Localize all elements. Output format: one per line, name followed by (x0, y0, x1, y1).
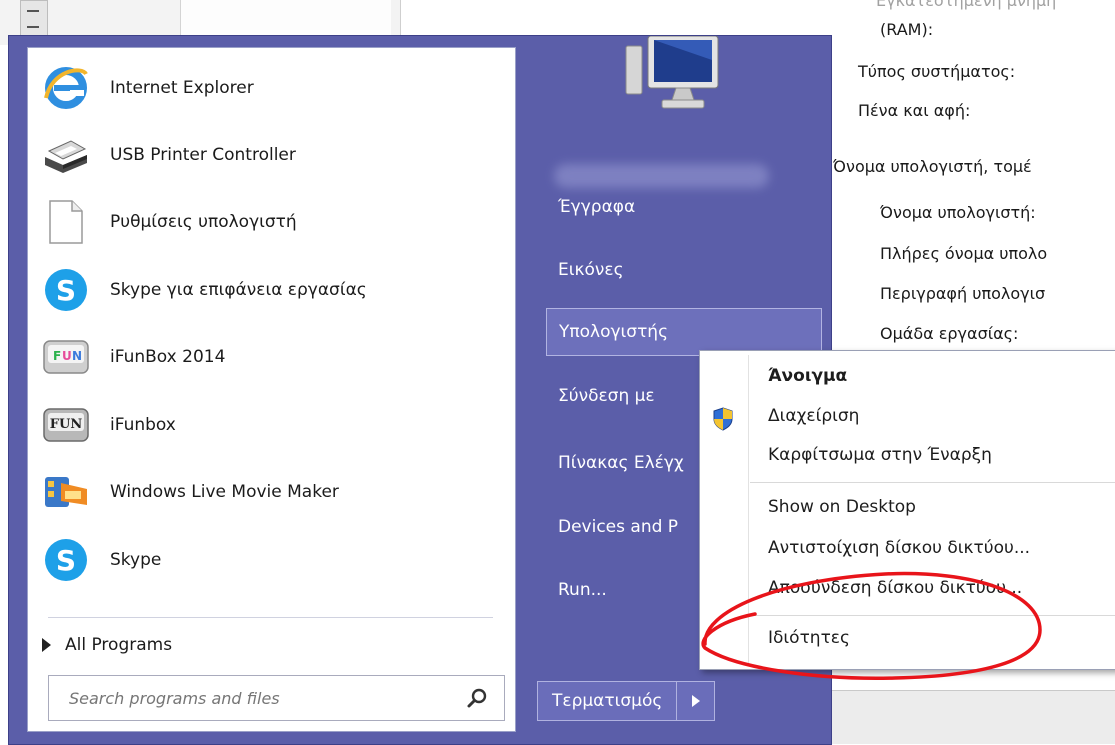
program-ifunbox[interactable]: FUN iFunbox (28, 393, 515, 457)
program-label: iFunBox 2014 (110, 347, 226, 367)
context-item-show-on-desktop[interactable]: Show on Desktop (768, 490, 916, 524)
ifunbox-2014-icon: F U N (40, 331, 92, 383)
shutdown-group: Τερματισμός (537, 681, 716, 721)
program-ifunbox-2014[interactable]: F U N iFunBox 2014 (28, 325, 515, 389)
ifunbox-icon: FUN (40, 399, 92, 451)
programs-panel: Internet Explorer USB Printer Controller (27, 47, 516, 732)
menu-item-computer[interactable]: Υπολογιστής (546, 308, 822, 356)
background-field (180, 0, 391, 38)
movie-maker-icon (40, 466, 92, 518)
label-system-type: Τύπος συστήματος: (858, 62, 1016, 81)
printer-icon (40, 129, 92, 181)
program-label: USB Printer Controller (110, 145, 296, 165)
background-cut-text: Εγκατεστημένη μνήμη (876, 0, 1057, 10)
svg-text:U: U (62, 349, 72, 363)
all-programs-button[interactable]: All Programs (42, 625, 172, 665)
svg-text:F: F (53, 349, 61, 363)
program-label: iFunbox (110, 415, 176, 435)
svg-text:FUN: FUN (50, 417, 83, 432)
search-box[interactable] (48, 675, 505, 721)
label-full-name: Πλήρες όνομα υπολο (880, 244, 1048, 263)
svg-text:S: S (56, 274, 76, 307)
scroll-mark (27, 26, 39, 28)
program-internet-explorer[interactable]: Internet Explorer (28, 56, 515, 120)
menu-item-pictures[interactable]: Εικόνες (546, 246, 822, 294)
program-label: Internet Explorer (110, 78, 254, 98)
skype-icon: S (40, 534, 92, 586)
label-pen-touch: Πένα και αφή: (858, 101, 971, 120)
svg-text:S: S (56, 544, 76, 577)
program-skype[interactable]: S Skype (28, 528, 515, 592)
program-label: Ρυθμίσεις υπολογιστή (110, 212, 297, 232)
search-icon[interactable] (466, 687, 488, 709)
search-input[interactable] (67, 687, 451, 709)
svg-text:N: N (72, 349, 82, 363)
shutdown-button[interactable]: Τερματισμός (537, 681, 678, 721)
all-programs-label: All Programs (65, 635, 173, 655)
program-label: Skype (110, 550, 162, 570)
programs-divider (48, 617, 493, 618)
label-ram: (RAM): (880, 20, 934, 39)
annotation-circle (701, 571, 1042, 680)
program-pc-settings[interactable]: Ρυθμίσεις υπολογιστή (28, 190, 515, 254)
menu-item-documents[interactable]: Έγγραφα (546, 183, 822, 231)
internet-explorer-icon (40, 62, 92, 114)
uac-shield-icon (712, 407, 734, 431)
scroll-mark (27, 10, 39, 12)
document-icon (40, 196, 92, 248)
context-item-pin-to-start[interactable]: Καρφίτσωμα στην Έναρξη (768, 438, 992, 472)
background-bottom-strip (830, 690, 1115, 744)
program-label: Windows Live Movie Maker (110, 482, 339, 502)
section-computer-name: Όνομα υπολογιστή, τομέ (833, 157, 1032, 176)
context-item-manage[interactable]: Διαχείριση (768, 399, 859, 433)
label-description: Περιγραφή υπολογισ (880, 284, 1046, 303)
triangle-right-icon (42, 638, 51, 652)
program-usb-printer-controller[interactable]: USB Printer Controller (28, 123, 515, 187)
skype-icon: S (40, 264, 92, 316)
program-skype-desktop[interactable]: S Skype για επιφάνεια εργασίας (28, 258, 515, 322)
triangle-right-icon (691, 695, 700, 707)
context-separator (750, 482, 1115, 483)
context-item-open[interactable]: Άνοιγμα (768, 359, 847, 393)
label-workgroup: Ομάδα εργασίας: (880, 324, 1019, 343)
label-computer-name: Όνομα υπολογιστή: (880, 203, 1036, 222)
program-label: Skype για επιφάνεια εργασίας (110, 280, 367, 300)
program-windows-live-movie-maker[interactable]: Windows Live Movie Maker (28, 460, 515, 524)
computer-monitor-icon[interactable] (616, 35, 726, 114)
